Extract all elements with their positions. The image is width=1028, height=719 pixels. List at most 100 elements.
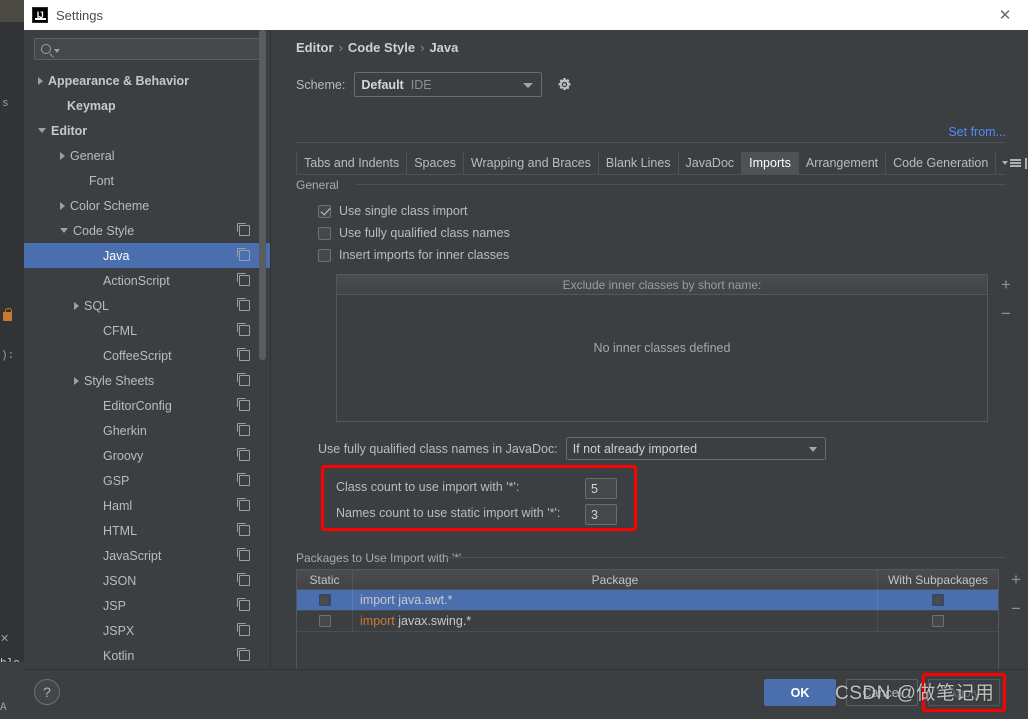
ok-button[interactable]: OK — [764, 679, 836, 706]
tab-imports[interactable]: Imports — [741, 152, 798, 174]
copy-scheme-icon[interactable] — [237, 423, 250, 436]
tab-blank-lines[interactable]: Blank Lines — [597, 152, 678, 174]
tab-wrapping-and-braces[interactable]: Wrapping and Braces — [462, 152, 598, 174]
cell-with-subpackages[interactable] — [878, 590, 998, 610]
exclude-remove-button[interactable]: − — [996, 303, 1016, 325]
javadoc-fqn-combobox[interactable]: If not already imported — [565, 437, 826, 460]
scheme-label: Scheme: — [296, 77, 346, 92]
copy-scheme-icon[interactable] — [237, 323, 250, 336]
chevron-down-icon[interactable] — [60, 228, 68, 233]
sidebar-item-haml[interactable]: Haml — [24, 493, 270, 518]
sidebar-item-json[interactable]: JSON — [24, 568, 270, 593]
table-row[interactable]: import javax.swing.* — [297, 611, 998, 632]
tab-overflow-icon[interactable] — [995, 152, 1028, 174]
chevron-right-icon[interactable] — [74, 376, 79, 385]
copy-scheme-icon[interactable] — [237, 398, 250, 411]
sidebar-item-appearance-behavior[interactable]: Appearance & Behavior — [24, 68, 270, 93]
copy-scheme-icon[interactable] — [237, 448, 250, 461]
chevron-right-icon[interactable] — [74, 301, 79, 310]
cell-with-subpackages[interactable] — [878, 611, 998, 631]
sidebar-item-coffeescript[interactable]: CoffeeScript — [24, 343, 270, 368]
names-count-input[interactable]: 3 — [585, 504, 617, 525]
search-input[interactable] — [60, 41, 259, 57]
copy-scheme-icon[interactable] — [237, 598, 250, 611]
class-count-input[interactable]: 5 — [585, 478, 617, 499]
search-box[interactable] — [34, 38, 260, 60]
sidebar-item-jsp[interactable]: JSP — [24, 593, 270, 618]
with-subpackages-checkbox-icon[interactable] — [932, 615, 944, 627]
cell-static[interactable] — [297, 590, 353, 610]
sidebar-item-gherkin[interactable]: Gherkin — [24, 418, 270, 443]
chevron-right-icon[interactable] — [38, 76, 43, 85]
set-from-link[interactable]: Set from... — [948, 125, 1006, 139]
tab-spaces[interactable]: Spaces — [406, 152, 463, 174]
copy-scheme-icon[interactable] — [237, 473, 250, 486]
close-icon[interactable]: ✕ — [982, 0, 1028, 30]
with-subpackages-checkbox-icon[interactable] — [932, 594, 944, 606]
sidebar-item-editor[interactable]: Editor — [24, 118, 270, 143]
cancel-button[interactable]: Cancel — [846, 679, 918, 706]
sidebar-item-editorconfig[interactable]: EditorConfig — [24, 393, 270, 418]
tab-javadoc[interactable]: JavaDoc — [677, 152, 742, 174]
checkbox-icon[interactable] — [318, 204, 331, 218]
copy-scheme-icon[interactable] — [237, 573, 250, 586]
copy-scheme-icon[interactable] — [237, 348, 250, 361]
checkbox-row-use-fully-qualified-class-names[interactable]: Use fully qualified class names — [318, 226, 510, 240]
sidebar-item-java[interactable]: Java — [24, 243, 270, 268]
cell-static[interactable] — [297, 611, 353, 631]
sidebar-item-html[interactable]: HTML — [24, 518, 270, 543]
copy-scheme-icon[interactable] — [237, 498, 250, 511]
checkbox-row-insert-imports-for-inner-classes[interactable]: Insert imports for inner classes — [318, 248, 509, 262]
breadcrumb-part[interactable]: Java — [429, 40, 458, 55]
copy-scheme-icon[interactable] — [237, 648, 250, 661]
checkbox-row-use-single-class-import[interactable]: Use single class import — [318, 204, 468, 218]
copy-scheme-icon[interactable] — [237, 273, 250, 286]
sidebar-item-kotlin[interactable]: Kotlin — [24, 643, 270, 668]
copy-scheme-icon[interactable] — [237, 223, 250, 236]
copy-scheme-icon[interactable] — [237, 548, 250, 561]
tab-tabs-and-indents[interactable]: Tabs and Indents — [296, 152, 406, 174]
sidebar-item-keymap[interactable]: Keymap — [24, 93, 270, 118]
sidebar-item-style-sheets[interactable]: Style Sheets — [24, 368, 270, 393]
checkbox-icon[interactable] — [318, 248, 331, 262]
sidebar-item-groovy[interactable]: Groovy — [24, 443, 270, 468]
tab-code-generation[interactable]: Code Generation — [885, 152, 995, 174]
sidebar-item-actionscript[interactable]: ActionScript — [24, 268, 270, 293]
table-row[interactable]: import java.awt.* — [297, 590, 998, 611]
sidebar-item-javascript[interactable]: JavaScript — [24, 543, 270, 568]
breadcrumb-part[interactable]: Code Style — [348, 40, 415, 55]
gear-icon[interactable] — [551, 72, 577, 97]
chevron-right-icon[interactable] — [60, 151, 65, 160]
sidebar-item-general[interactable]: General — [24, 143, 270, 168]
sidebar-item-code-style[interactable]: Code Style — [24, 218, 270, 243]
sidebar-scrollbar[interactable] — [259, 30, 268, 631]
sidebar-scrollbar-thumb[interactable] — [259, 30, 266, 360]
sidebar-item-jspx[interactable]: JSPX — [24, 618, 270, 643]
checkbox-icon[interactable] — [318, 226, 331, 240]
apply-button[interactable]: Apply — [928, 679, 1000, 706]
help-button[interactable]: ? — [34, 679, 60, 705]
sidebar-item-color-scheme[interactable]: Color Scheme — [24, 193, 270, 218]
packages-add-button[interactable]: + — [1006, 569, 1026, 591]
copy-scheme-icon[interactable] — [237, 523, 250, 536]
copy-scheme-icon[interactable] — [237, 623, 250, 636]
exclude-add-button[interactable]: + — [996, 274, 1016, 296]
exclude-inner-classes-list[interactable]: Exclude inner classes by short name: No … — [336, 274, 988, 422]
sidebar-item-sql[interactable]: SQL — [24, 293, 270, 318]
chevron-right-icon[interactable] — [60, 201, 65, 210]
cell-package[interactable]: import java.awt.* — [353, 590, 878, 610]
sidebar-item-font[interactable]: Font — [24, 168, 270, 193]
static-checkbox-icon[interactable] — [318, 615, 331, 627]
sidebar-item-gsp[interactable]: GSP — [24, 468, 270, 493]
cell-package[interactable]: import javax.swing.* — [353, 611, 878, 631]
static-checkbox-icon[interactable] — [318, 594, 331, 606]
breadcrumb-part[interactable]: Editor — [296, 40, 334, 55]
scheme-combobox[interactable]: Default IDE — [354, 72, 543, 97]
sidebar-item-cfml[interactable]: CFML — [24, 318, 270, 343]
tab-arrangement[interactable]: Arrangement — [797, 152, 885, 174]
packages-remove-button[interactable]: − — [1006, 598, 1026, 620]
copy-scheme-icon[interactable] — [237, 248, 250, 261]
copy-scheme-icon[interactable] — [237, 298, 250, 311]
chevron-down-icon[interactable] — [38, 128, 46, 133]
copy-scheme-icon[interactable] — [237, 373, 250, 386]
